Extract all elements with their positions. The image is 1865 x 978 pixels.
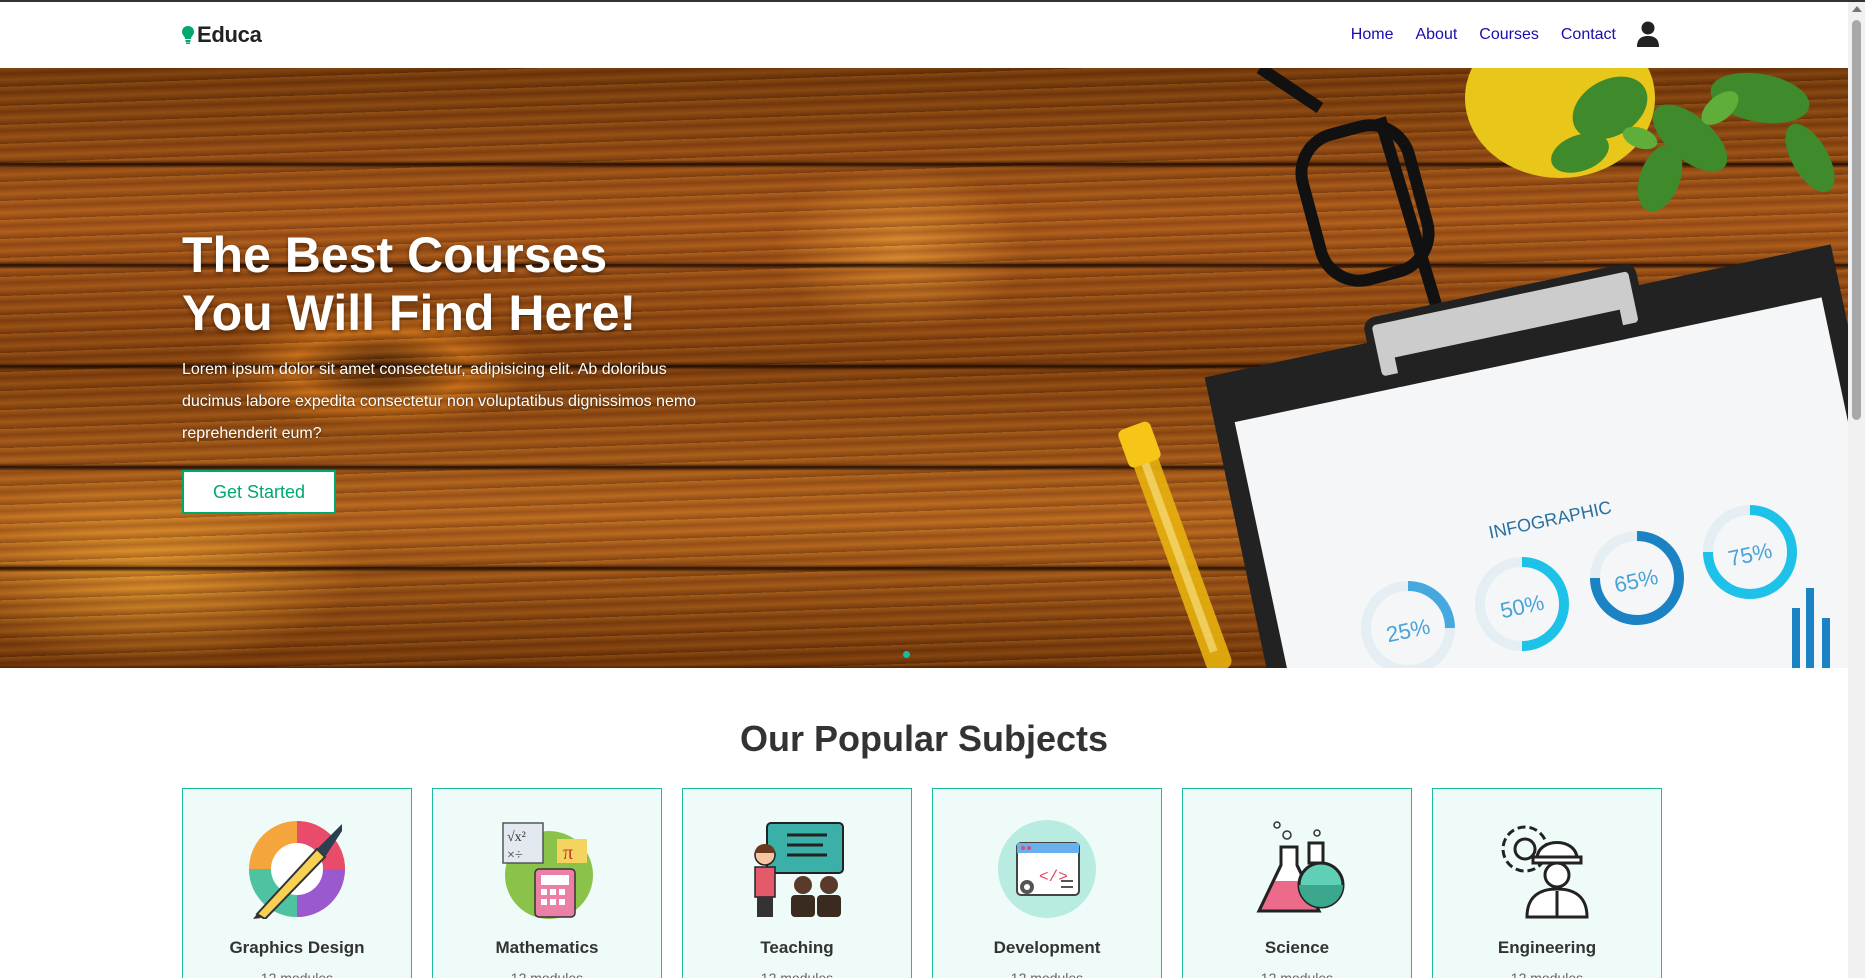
subject-count: 12 modules (510, 970, 584, 978)
svg-text:</>: </> (1039, 868, 1068, 886)
hero-content: The Best Courses You Will Find Here! Lor… (182, 226, 702, 514)
nav-link-courses[interactable]: Courses (1479, 26, 1539, 44)
carousel-dots (903, 651, 910, 658)
subject-cards: Graphics Design 12 modules √x² ×÷ π Math… (182, 788, 1662, 978)
section-title: Our Popular Subjects (739, 718, 1109, 759)
svg-text:×÷: ×÷ (507, 848, 523, 863)
hero-banner: INFOGRAPHIC 25% 50% 65% 75% The Best Cou… (0, 68, 1848, 668)
subject-name: Engineering (1497, 938, 1597, 957)
svg-text:√x²: √x² (507, 830, 526, 845)
navbar: Educa Home About Courses Contact (0, 2, 1848, 68)
subject-card[interactable]: Teaching 12 modules (682, 788, 912, 978)
subject-card[interactable]: </> Development 12 modules (932, 788, 1162, 978)
hero-title: The Best Courses You Will Find Here! (182, 226, 702, 342)
scrollbar-thumb[interactable] (1852, 20, 1861, 420)
nav-link-home[interactable]: Home (1351, 26, 1394, 44)
calculator-icon: √x² ×÷ π (502, 822, 593, 919)
brand-name: Educa (197, 22, 262, 47)
code-window-icon: </> (998, 820, 1096, 918)
teacher-icon (754, 822, 844, 917)
hero-description: Lorem ipsum dolor sit amet consectetur, … (182, 361, 697, 442)
subject-name: Mathematics (495, 938, 599, 957)
palette-pen-icon (249, 821, 345, 921)
subject-card[interactable]: Graphics Design 12 modules (182, 788, 412, 978)
get-started-button[interactable]: Get Started (182, 470, 336, 514)
subject-name: Science (1264, 938, 1330, 957)
carousel-dot[interactable] (903, 651, 910, 658)
vertical-scrollbar[interactable] (1848, 2, 1865, 978)
page: Educa Home About Courses Contact INFOGRA… (0, 0, 1865, 978)
scroll-up-arrow-icon[interactable] (1852, 6, 1862, 12)
subject-name: Teaching (760, 938, 834, 957)
svg-text:π: π (563, 842, 573, 864)
subject-count: 12 modules (1260, 970, 1334, 978)
subject-count: 12 modules (1510, 970, 1584, 978)
bulb-icon (182, 26, 194, 44)
subject-card[interactable]: Engineering 12 modules (1432, 788, 1662, 978)
subject-name: Development (993, 938, 1101, 957)
user-icon[interactable] (1636, 20, 1660, 48)
nav-link-about[interactable]: About (1415, 26, 1457, 44)
subject-card[interactable]: √x² ×÷ π Mathematics 12 modules (432, 788, 662, 978)
brand-logo[interactable]: Educa (181, 22, 262, 48)
nav-links: Home About Courses Contact (1351, 26, 1616, 44)
subject-card[interactable]: Science 12 modules (1182, 788, 1412, 978)
hero-title-line-2: You Will Find Here! (182, 285, 637, 341)
engineer-icon (1501, 825, 1589, 919)
subject-name: Graphics Design (229, 938, 365, 957)
hero-title-line-1: The Best Courses (182, 227, 608, 283)
flask-icon (1256, 821, 1345, 913)
subject-count: 12 modules (1010, 970, 1084, 978)
subject-count: 12 modules (760, 970, 834, 978)
subject-count: 12 modules (260, 970, 334, 978)
nav-link-contact[interactable]: Contact (1561, 26, 1616, 44)
